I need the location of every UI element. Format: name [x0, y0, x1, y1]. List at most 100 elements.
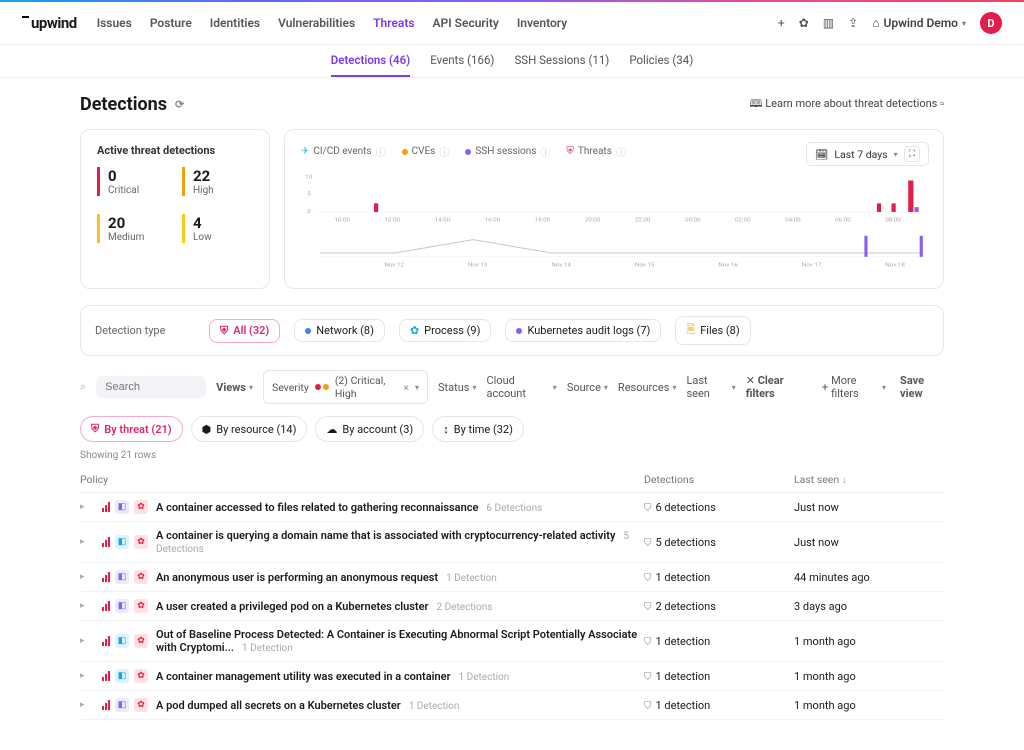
policy-title: A pod dumped all secrets on a Kubernetes…	[156, 699, 401, 712]
external-icon: ▫	[940, 97, 944, 110]
metric-low[interactable]: 4 Low	[182, 214, 253, 243]
shield-icon: ⛉	[644, 672, 652, 683]
table-row[interactable]: ▸◧✿A pod dumped all secrets on a Kuberne…	[80, 691, 944, 720]
svg-text:14:00: 14:00	[435, 217, 451, 224]
threat-icon: ✿	[134, 570, 148, 584]
tab-by-time[interactable]: ↕By time (32)	[432, 416, 524, 442]
clear-filters-button[interactable]: ✕ Clear filters	[746, 374, 808, 400]
table-row[interactable]: ▸◧✿A container is querying a domain name…	[80, 522, 944, 563]
nav-identities[interactable]: Identities	[210, 16, 260, 30]
more-filters-button[interactable]: + More filters▾	[822, 374, 886, 400]
org-switcher[interactable]: ⌂ Upwind Demo ▾	[872, 16, 966, 30]
send-icon: ✈	[301, 146, 309, 157]
tab-by-threat[interactable]: ⛨By threat (21)	[80, 416, 183, 442]
expand-row-icon[interactable]: ▸	[80, 537, 94, 547]
svg-text:Nov 17: Nov 17	[802, 262, 822, 269]
shield-icon: ⛨	[91, 422, 99, 436]
clear-severity-icon[interactable]: ×	[403, 381, 409, 394]
detections-value: 1 detection	[656, 699, 711, 712]
run-icon[interactable]: ⇪	[848, 16, 858, 30]
nav-posture[interactable]: Posture	[150, 16, 192, 30]
dot-icon	[516, 328, 522, 334]
pill-network[interactable]: Network (8)	[294, 319, 385, 342]
tab-by-account[interactable]: ☁By account (3)	[315, 416, 424, 442]
lastseen-dropdown[interactable]: Last seen▾	[686, 374, 735, 400]
settings-icon[interactable]: ✿	[799, 16, 809, 30]
subnav-policies[interactable]: Policies (34)	[629, 53, 693, 77]
source-dropdown[interactable]: Source▾	[567, 381, 608, 394]
table-row[interactable]: ▸◧✿A container accessed to files related…	[80, 493, 944, 522]
svg-text:04:00: 04:00	[785, 217, 801, 224]
legend-ssh[interactable]: SSH sessions ⓘ	[465, 144, 550, 159]
dot-icon	[305, 328, 311, 334]
detections-value: 6 detections	[656, 501, 716, 514]
policy-title: Out of Baseline Process Detected: A Cont…	[156, 628, 637, 654]
resources-dropdown[interactable]: Resources▾	[618, 381, 677, 394]
expand-icon[interactable]: ⛶	[904, 146, 920, 162]
last-seen-value: 44 minutes ago	[794, 571, 944, 584]
learn-more-link[interactable]: 🕮 Learn more about threat detections ▫	[749, 95, 944, 114]
table-row[interactable]: ▸◧✿Out of Baseline Process Detected: A C…	[80, 621, 944, 662]
layout-icon[interactable]: ▥	[823, 16, 834, 30]
table-row[interactable]: ▸◧✿A container management utility was ex…	[80, 662, 944, 691]
legend-cicd[interactable]: ✈CI/CD events ⓘ	[301, 144, 386, 159]
legend-cves[interactable]: CVEs ⓘ	[402, 144, 450, 159]
expand-row-icon[interactable]: ▸	[80, 671, 94, 681]
table-row[interactable]: ▸◧✿An anonymous user is performing an an…	[80, 563, 944, 592]
pill-process[interactable]: ✿Process (9)	[399, 319, 492, 342]
subnav-ssh[interactable]: SSH Sessions (11)	[514, 53, 609, 77]
legend-threats[interactable]: ⛨Threats ⓘ	[566, 144, 625, 159]
save-view-button[interactable]: Save view	[900, 374, 944, 400]
shield-icon: ⛨	[566, 146, 574, 157]
nav-threats[interactable]: Threats	[373, 16, 414, 30]
pill-all[interactable]: ⛨All (32)	[209, 319, 280, 343]
nav-issues[interactable]: Issues	[97, 16, 132, 30]
avatar[interactable]: D	[980, 12, 1002, 34]
threat-icon: ✿	[134, 500, 148, 514]
col-detections[interactable]: Detections	[644, 473, 794, 486]
nav-api-security[interactable]: API Security	[433, 16, 499, 30]
timerange-picker[interactable]: 🗓 Last 7 days ▾ ⛶	[806, 142, 929, 166]
severity-bars-icon	[102, 636, 110, 646]
metric-medium[interactable]: 20 Medium	[97, 214, 168, 243]
views-dropdown[interactable]: Views▾	[216, 381, 253, 394]
cloud-dropdown[interactable]: Cloud account▾	[486, 374, 556, 400]
search-input[interactable]	[96, 376, 206, 398]
col-policy[interactable]: Policy	[80, 473, 644, 486]
status-dropdown[interactable]: Status▾	[438, 381, 476, 394]
filter-row: ⌕ Views▾ Severity (2) Critical, High × ▾…	[80, 370, 944, 404]
threat-icon: ✿	[134, 698, 148, 712]
last-seen-value: 1 month ago	[794, 699, 944, 712]
pill-k8s[interactable]: Kubernetes audit logs (7)	[505, 319, 661, 342]
nav-inventory[interactable]: Inventory	[517, 16, 567, 30]
policy-detection-count: 1 Detection	[242, 643, 293, 654]
shield-icon: ⛉	[644, 573, 652, 584]
metric-critical[interactable]: 0 Critical	[97, 167, 168, 196]
expand-row-icon[interactable]: ▸	[80, 572, 94, 582]
sort-down-icon: ↓	[842, 473, 847, 486]
nav-vulnerabilities[interactable]: Vulnerabilities	[278, 16, 355, 30]
table-row[interactable]: ▸◧✿A user created a privileged pod on a …	[80, 592, 944, 621]
severity-chip[interactable]: Severity (2) Critical, High × ▾	[263, 370, 428, 404]
add-icon[interactable]: +	[778, 16, 785, 30]
policy-detection-count: 6 Detections	[486, 503, 542, 514]
expand-row-icon[interactable]: ▸	[80, 502, 94, 512]
last-seen-value: Just now	[794, 536, 944, 549]
subnav-events[interactable]: Events (166)	[430, 53, 494, 77]
pill-files[interactable]: 🗎Files (8)	[675, 316, 750, 345]
detections-value: 1 detection	[656, 635, 711, 648]
logo[interactable]: upwind	[22, 14, 77, 32]
gear-icon: ✿	[410, 324, 419, 337]
expand-row-icon[interactable]: ▸	[80, 636, 94, 646]
metric-high[interactable]: 22 High	[182, 167, 253, 196]
rows-count: Showing 21 rows	[80, 450, 944, 461]
category-icon: ◧	[115, 570, 129, 584]
col-last-seen[interactable]: Last seen ↓	[794, 473, 944, 486]
last-seen-value: 3 days ago	[794, 600, 944, 613]
subnav-detections[interactable]: Detections (46)	[331, 53, 410, 77]
expand-row-icon[interactable]: ▸	[80, 601, 94, 611]
refresh-icon[interactable]: ⟳	[175, 98, 184, 111]
tab-by-resource[interactable]: ⬢By resource (14)	[191, 416, 308, 442]
grouping-tabs: ⛨By threat (21) ⬢By resource (14) ☁By ac…	[80, 416, 944, 442]
expand-row-icon[interactable]: ▸	[80, 700, 94, 710]
